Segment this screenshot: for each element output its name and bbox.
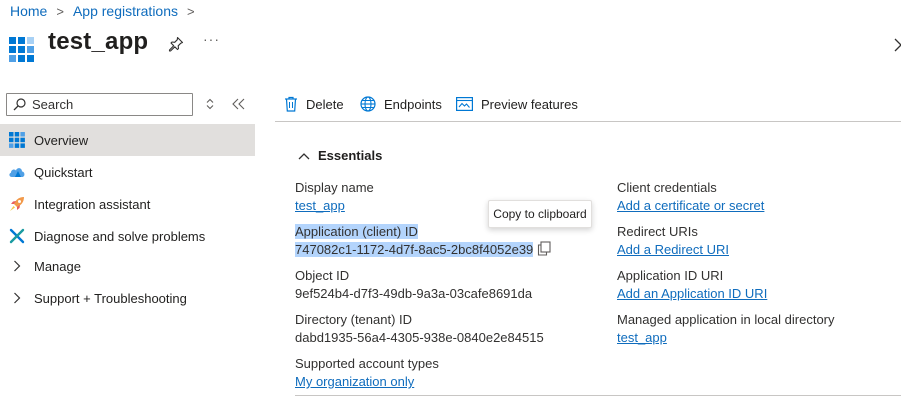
sidebar-item-label: Diagnose and solve problems [34, 228, 206, 244]
delete-label: Delete [306, 96, 344, 112]
app-registration-icon [9, 37, 34, 62]
chevron-right-icon [8, 289, 26, 307]
account-types-label: Supported account types [295, 356, 439, 371]
delete-button[interactable]: Delete [284, 94, 344, 114]
breadcrumb-home-link[interactable]: Home [10, 3, 47, 19]
sidebar-item-label: Manage [34, 258, 81, 274]
essentials-toggle[interactable]: Essentials [298, 148, 382, 163]
quickstart-cloud-icon [8, 163, 26, 181]
overview-grid-icon [8, 131, 26, 149]
managed-app-link[interactable]: test_app [617, 330, 667, 345]
display-name-label: Display name [295, 180, 374, 195]
client-id-value[interactable]: 747082c1-1172-4d7f-8ac5-2bc8f4052e39 [295, 242, 534, 257]
globe-icon [360, 96, 376, 112]
page-title: test_app [48, 28, 149, 55]
chevron-right-icon [8, 257, 26, 275]
endpoints-button[interactable]: Endpoints [360, 94, 442, 114]
client-id-label: Application (client) ID [295, 224, 418, 239]
more-options-icon[interactable]: ··· [203, 31, 220, 47]
sidebar-item-support[interactable]: Support + Troubleshooting [0, 282, 255, 314]
trash-icon [285, 96, 297, 112]
chevron-up-icon [298, 152, 310, 159]
endpoints-label: Endpoints [384, 96, 442, 112]
sidebar-item-manage[interactable]: Manage [0, 250, 255, 282]
object-id-label: Object ID [295, 268, 350, 283]
sidebar-item-quickstart[interactable]: Quickstart [0, 156, 255, 188]
preview-features-icon [456, 97, 473, 111]
object-id-value: 9ef524b4-d7f3-49db-9a3a-03cafe8691da [295, 286, 533, 301]
account-types-link[interactable]: My organization only [295, 374, 414, 389]
breadcrumb-app-registrations-link[interactable]: App registrations [73, 3, 178, 19]
sidebar-item-label: Quickstart [34, 164, 93, 180]
search-input[interactable] [32, 97, 182, 112]
app-id-uri-label: Application ID URI [617, 268, 724, 283]
managed-app-label: Managed application in local directory [617, 312, 835, 327]
breadcrumb-separator: > [56, 3, 64, 19]
preview-features-label: Preview features [481, 96, 578, 112]
essentials-title: Essentials [318, 148, 383, 163]
wrench-icon [8, 227, 26, 245]
sidebar-item-diagnose[interactable]: Diagnose and solve problems [0, 220, 255, 252]
collapse-sidebar-icon[interactable] [232, 98, 246, 110]
client-id-value-text: 747082c1-1172-4d7f-8ac5-2bc8f4052e39 [295, 242, 534, 257]
sidebar-item-label: Integration assistant [34, 196, 151, 212]
breadcrumb: Home > App registrations > [10, 3, 204, 19]
copy-tooltip: Copy to clipboard [488, 200, 592, 228]
tenant-id-value: dabd1935-56a4-4305-938e-0840e2e84515 [295, 330, 544, 345]
sort-updown-icon[interactable] [204, 98, 216, 110]
client-id-label-text: Application (client) ID [295, 224, 418, 239]
search-icon [13, 98, 26, 111]
redirect-uris-label: Redirect URIs [617, 224, 698, 239]
sidebar-item-label: Support + Troubleshooting [34, 290, 187, 306]
rocket-icon [8, 195, 26, 213]
client-credentials-label: Client credentials [617, 180, 717, 195]
breadcrumb-separator: > [187, 3, 195, 19]
section-divider [295, 395, 901, 396]
add-app-id-uri-link[interactable]: Add an Application ID URI [617, 286, 767, 301]
toolbar-divider [275, 121, 901, 122]
chevron-right-icon[interactable] [893, 38, 901, 52]
tenant-id-label: Directory (tenant) ID [295, 312, 413, 327]
add-certificate-link[interactable]: Add a certificate or secret [617, 198, 764, 213]
sidebar-item-overview[interactable]: Overview [0, 124, 255, 156]
search-box[interactable] [6, 93, 193, 116]
sidebar-item-label: Overview [34, 132, 89, 148]
add-redirect-uri-link[interactable]: Add a Redirect URI [617, 242, 729, 257]
sidebar-item-integration-assistant[interactable]: Integration assistant [0, 188, 255, 220]
preview-features-button[interactable]: Preview features [456, 94, 578, 114]
pin-icon[interactable] [168, 36, 184, 52]
display-name-link[interactable]: test_app [295, 198, 345, 213]
copy-icon[interactable] [537, 241, 551, 256]
